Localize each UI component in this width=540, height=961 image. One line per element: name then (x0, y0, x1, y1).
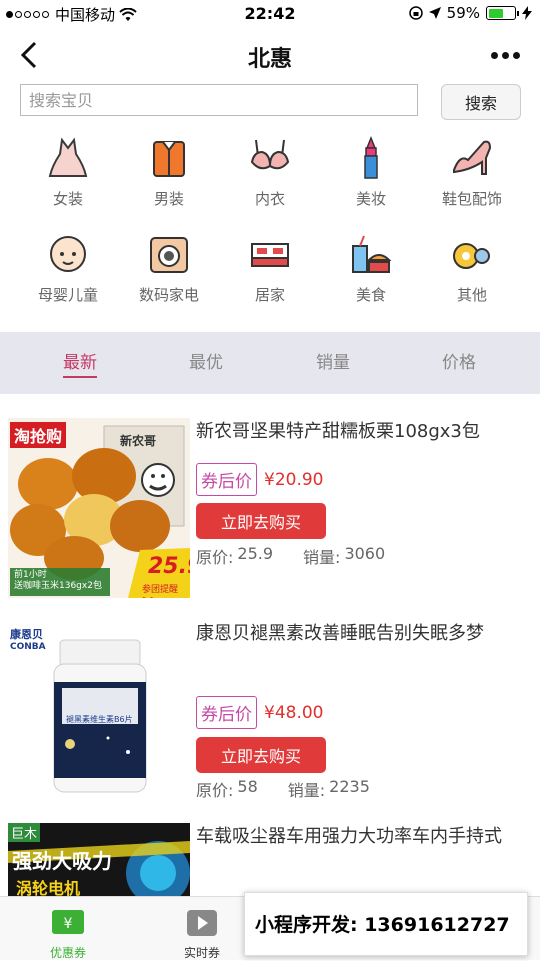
promo-note: 参团提醒>> (142, 585, 179, 598)
battery-percent: 59% (446, 4, 480, 22)
coupon-price: 券后价 ¥48.00 (196, 696, 323, 729)
buy-button[interactable]: 立即去购买 (196, 737, 326, 773)
tab-latest[interactable]: 最新 (30, 332, 130, 394)
category-home[interactable]: 居家 (220, 228, 320, 318)
shirt-icon (153, 141, 185, 177)
tab-realtime[interactable]: 实时券 (162, 897, 242, 961)
product-meta: 原价: 25.9 销量: 3060 (196, 544, 386, 567)
search-button[interactable]: 搜索 (441, 84, 521, 120)
coupon-tag: 券后价 (196, 696, 257, 729)
product-image[interactable]: 淘抢购 新农哥 前1小时 送咖啡玉米136gx2包 25.9 参团提醒>> (8, 418, 190, 598)
bra-icon (250, 139, 290, 170)
promo-price: 25.9 (148, 554, 190, 579)
dress-icon (48, 137, 88, 177)
food-icon (352, 235, 392, 273)
category-grid: 女装 男装 内衣 美妆 鞋包配饰 母婴儿童 数码家电 居家 美食 其他 (0, 132, 540, 322)
location-icon (428, 7, 441, 19)
lipstick-icon (364, 136, 378, 179)
product-card[interactable]: 淘抢购 新农哥 前1小时 送咖啡玉米136gx2包 25.9 参团提醒>> 新农… (0, 406, 540, 606)
coupon-price-value: ¥20.90 (264, 469, 324, 490)
sales-count: 3060 (344, 544, 386, 563)
sort-tabs: 最新 最优 销量 价格 (0, 332, 540, 394)
nav-bar: 北惠 (0, 30, 540, 80)
category-beauty[interactable]: 美妆 (321, 132, 421, 222)
product-title[interactable]: 新农哥坚果特产甜糯板栗108gx3包 (196, 416, 526, 448)
product-title[interactable]: 车载吸尘器车用强力大功率车内手持式 (196, 821, 526, 853)
product-meta: 原价: 58 销量: 2235 (196, 777, 370, 800)
battery-icon (486, 6, 519, 20)
brand-label: 新农哥 (120, 434, 157, 448)
coupon-price-value: ¥48.00 (264, 702, 324, 723)
original-price: 58 (237, 777, 258, 796)
tv-icon (187, 910, 217, 936)
brand-label: 巨木 (8, 823, 41, 842)
search-bar: 搜索 (0, 82, 540, 122)
high-heel-icon (453, 140, 492, 175)
sales-count: 2235 (329, 777, 370, 796)
promo-gift: 前1小时 送咖啡玉米136gx2包 (14, 570, 102, 591)
bottle-label: 褪黑素维生素B6片 (66, 715, 133, 724)
buy-button[interactable]: 立即去购买 (196, 503, 326, 539)
product-image[interactable]: 巨木 强劲大吸力 涡轮电机 (8, 823, 190, 896)
search-input[interactable] (20, 84, 418, 116)
tab-price[interactable]: 价格 (409, 332, 509, 394)
category-baby[interactable]: 母婴儿童 (18, 228, 118, 318)
promo-banner: 淘抢购 (10, 422, 67, 448)
tab-sales[interactable]: 销量 (283, 332, 383, 394)
bed-icon (251, 243, 289, 267)
product-title[interactable]: 康恩贝褪黑素改善睡眠告别失眠多梦 (196, 618, 526, 650)
coupon-icon: ¥ (52, 910, 84, 934)
charging-icon (522, 6, 532, 20)
tab-best[interactable]: 最优 (156, 332, 256, 394)
status-right: 59% (408, 4, 532, 22)
headline: 强劲大吸力 (12, 849, 112, 873)
brand-logo: 康恩贝 CONBA (10, 628, 46, 652)
tab-coupons[interactable]: ¥ 优惠券 (28, 897, 108, 961)
product-card[interactable]: 康恩贝 CONBA 褪黑素维生素B6片 康恩贝褪黑素改善睡眠告别失眠多梦 券后价… (0, 606, 540, 811)
camera-icon (150, 237, 188, 273)
category-shoes-bags[interactable]: 鞋包配饰 (422, 132, 522, 222)
original-price: 25.9 (237, 544, 274, 563)
product-image[interactable]: 康恩贝 CONBA 褪黑素维生素B6片 (8, 618, 190, 798)
category-digital[interactable]: 数码家电 (119, 228, 219, 318)
subheadline: 涡轮电机 (16, 879, 81, 896)
svg-text:¥: ¥ (64, 916, 73, 932)
category-women[interactable]: 女装 (18, 132, 118, 222)
category-food[interactable]: 美食 (321, 228, 421, 318)
other-icon (453, 243, 490, 269)
category-men[interactable]: 男装 (119, 132, 219, 222)
more-button[interactable] (491, 40, 520, 70)
coupon-tag: 券后价 (196, 463, 257, 496)
coupon-price: 券后价 ¥20.90 (196, 463, 323, 496)
page-title: 北惠 (247, 47, 292, 72)
status-bar: 中国移动 22:42 59% (0, 0, 540, 28)
product-card[interactable]: 巨木 强劲大吸力 涡轮电机 车载吸尘器车用强力大功率车内手持式 (0, 811, 540, 896)
category-other[interactable]: 其他 (422, 228, 522, 318)
contact-popup: 小程序开发: 13691612727 (244, 892, 528, 956)
category-underwear[interactable]: 内衣 (220, 132, 320, 222)
baby-icon (50, 236, 86, 272)
rotation-lock-icon (408, 6, 423, 20)
